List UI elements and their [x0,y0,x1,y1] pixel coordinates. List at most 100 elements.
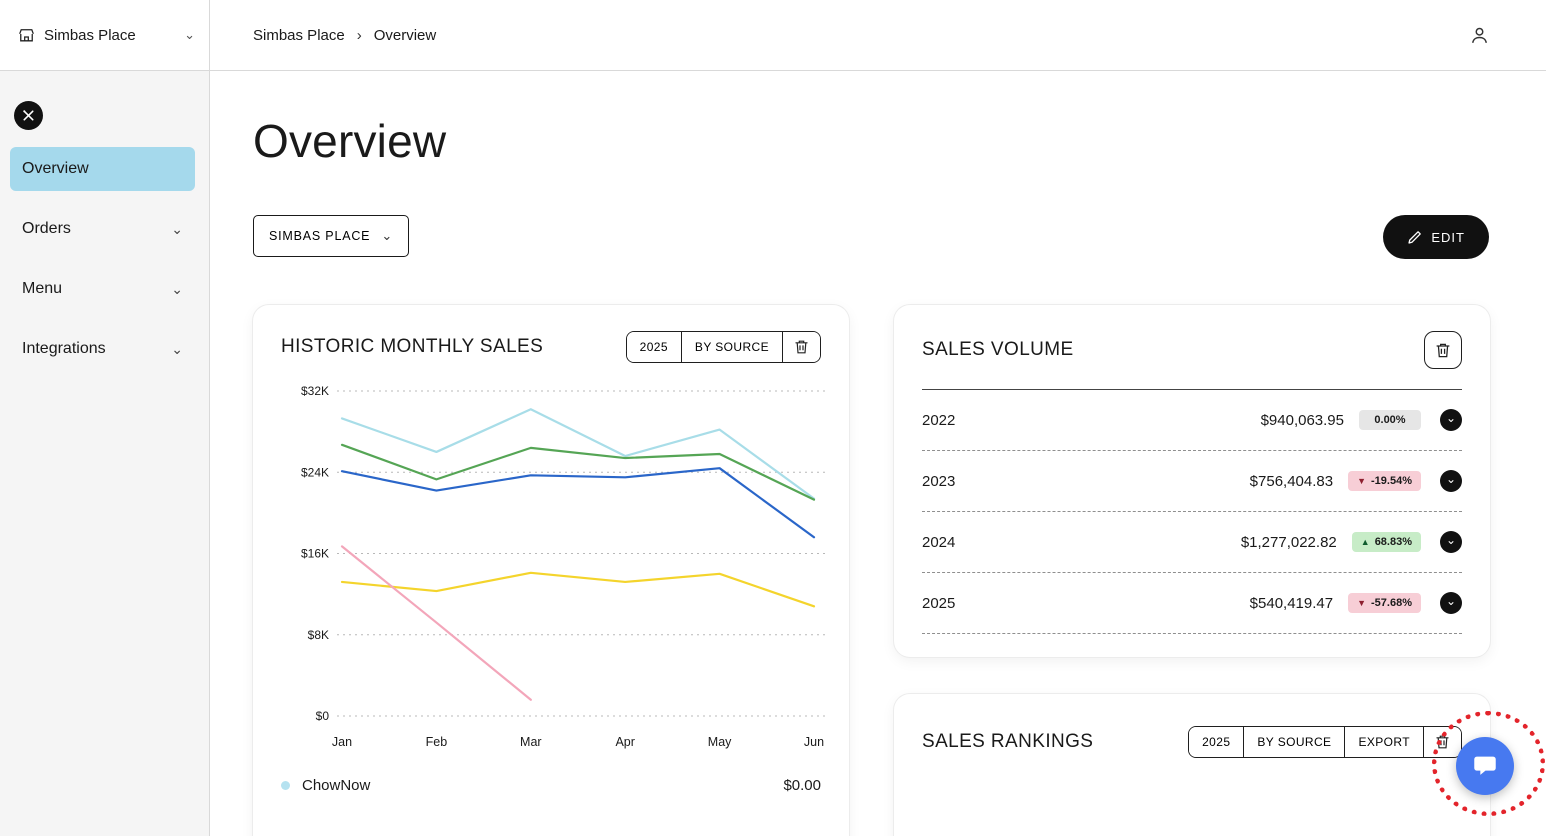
year-filter-button[interactable]: 2025 [1189,727,1243,757]
trash-icon [1435,342,1451,359]
change-badge: 0.00% [1359,410,1421,430]
trash-icon [1435,734,1450,750]
card-title: SALES RANKINGS [922,731,1093,753]
app: Simbas Place ⌄ Simbas Place › Overview O… [0,0,1546,836]
year-filter-label: 2025 [640,340,668,354]
svg-text:$8K: $8K [308,628,329,642]
chevron-down-icon: ⌄ [171,221,183,238]
chevron-down-icon: ⌄ [184,27,195,43]
sidebar-item-orders[interactable]: Orders ⌄ [10,207,195,251]
user-icon[interactable] [1469,25,1490,46]
row-amount: $756,404.83 [1250,473,1333,490]
sidebar-item-label: Menu [22,280,62,298]
edit-button[interactable]: EDIT [1383,215,1489,259]
export-label: EXPORT [1358,735,1410,749]
change-value: -57.68% [1371,597,1412,609]
svg-text:Apr: Apr [615,735,634,749]
trend-triangle-icon: ▼ [1357,598,1366,608]
top-bar: Simbas Place ⌄ Simbas Place › Overview [0,0,1546,71]
by-source-filter-button[interactable]: BY SOURCE [1243,727,1344,757]
svg-text:$16K: $16K [301,547,329,561]
sidebar-item-menu[interactable]: Menu ⌄ [10,267,195,311]
svg-text:Feb: Feb [426,735,448,749]
sidebar-item-label: Overview [22,160,89,178]
edit-button-label: EDIT [1431,230,1465,245]
chevron-down-icon: ⌄ [381,228,393,244]
delete-widget-button[interactable] [1423,727,1461,757]
svg-text:Mar: Mar [520,735,542,749]
change-value: -19.54% [1371,475,1412,487]
card-title: SALES VOLUME [922,339,1074,361]
sidebar-item-label: Orders [22,220,71,238]
delete-widget-button[interactable] [782,332,820,362]
row-expand-button[interactable]: ⌄ [1440,592,1462,614]
sidebar-item-overview[interactable]: Overview [10,147,195,191]
row-expand-button[interactable]: ⌄ [1440,470,1462,492]
change-badge: ▼ -19.54% [1348,471,1421,491]
workspace-switcher[interactable]: Simbas Place ⌄ [0,0,209,70]
chevron-down-icon: ⌄ [1446,595,1456,607]
location-selector-label: SIMBAS PLACE [269,229,370,243]
sales-volume-row: 2023 $756,404.83 ▼ -19.54% ⌄ [922,451,1462,512]
chevron-down-icon: ⌄ [1446,412,1456,424]
svg-text:Jun: Jun [804,735,824,749]
row-year: 2025 [922,595,955,612]
svg-text:Jan: Jan [332,735,352,749]
trend-triangle-icon: ▼ [1357,476,1366,486]
by-source-label: BY SOURCE [1257,735,1331,749]
trend-triangle-icon: ▲ [1361,537,1370,547]
change-badge: ▼ -57.68% [1348,593,1421,613]
page-title: Overview [253,114,446,168]
utensils-icon [14,101,43,130]
year-filter-label: 2025 [1202,735,1230,749]
sidebar-divider [209,0,210,836]
chat-icon [1471,752,1499,780]
trash-icon [794,339,809,355]
by-source-filter-button[interactable]: BY SOURCE [681,332,782,362]
row-amount: $540,419.47 [1250,595,1333,612]
legend-label: ChowNow [302,777,370,794]
sales-volume-rows: 2022 $940,063.95 0.00% ⌄ 2023 $756,404.8… [894,390,1490,634]
row-expand-button[interactable]: ⌄ [1440,531,1462,553]
row-year: 2022 [922,412,955,429]
location-selector-button[interactable]: SIMBAS PLACE ⌄ [253,215,409,257]
historic-sales-chart: $0$8K$16K$24K$32KJanFebMarAprMayJun [253,371,849,763]
historic-monthly-sales-card: HISTORIC MONTHLY SALES 2025 BY SOURCE $0… [253,305,849,836]
svg-text:May: May [708,735,732,749]
breadcrumb-separator: › [357,27,362,44]
sales-volume-row: 2024 $1,277,022.82 ▲68.83% ⌄ [922,512,1462,573]
brand-name: Simbas Place [44,27,136,44]
year-filter-button[interactable]: 2025 [627,332,681,362]
change-badge: ▲68.83% [1352,532,1421,552]
svg-text:$32K: $32K [301,384,329,398]
export-button[interactable]: EXPORT [1344,727,1423,757]
card-title: HISTORIC MONTHLY SALES [281,336,543,358]
chevron-down-icon: ⌄ [171,281,183,298]
row-amount: $1,277,022.82 [1241,534,1337,551]
row-year: 2023 [922,473,955,490]
chevron-down-icon: ⌄ [1446,473,1456,485]
svg-text:$24K: $24K [301,465,329,479]
sales-volume-row: 2025 $540,419.47 ▼ -57.68% ⌄ [922,573,1462,634]
chart-controls: 2025 BY SOURCE [626,331,821,363]
sidebar-nav: Overview Orders ⌄ Menu ⌄ Integrations ⌄ [10,147,195,387]
row-year: 2024 [922,534,955,551]
legend-item[interactable]: ChowNow $0.00 [253,763,849,794]
chevron-down-icon: ⌄ [1446,534,1456,546]
sales-volume-row: 2022 $940,063.95 0.00% ⌄ [922,390,1462,451]
sales-rankings-card: SALES RANKINGS 2025 BY SOURCE EXPORT [894,694,1490,836]
row-amount: $940,063.95 [1261,412,1344,429]
sidebar-item-integrations[interactable]: Integrations ⌄ [10,327,195,371]
delete-widget-button[interactable] [1424,331,1462,369]
pencil-icon [1407,230,1422,245]
change-value: 0.00% [1374,414,1405,426]
legend-dot [281,781,290,790]
row-expand-button[interactable]: ⌄ [1440,409,1462,431]
breadcrumb-current: Overview [374,27,437,44]
breadcrumb-parent[interactable]: Simbas Place [253,27,345,44]
legend-value: $0.00 [783,777,821,794]
chat-launcher-button[interactable] [1456,737,1514,795]
store-icon [18,27,35,44]
sidebar-item-label: Integrations [22,340,106,358]
rankings-controls: 2025 BY SOURCE EXPORT [1188,726,1462,758]
